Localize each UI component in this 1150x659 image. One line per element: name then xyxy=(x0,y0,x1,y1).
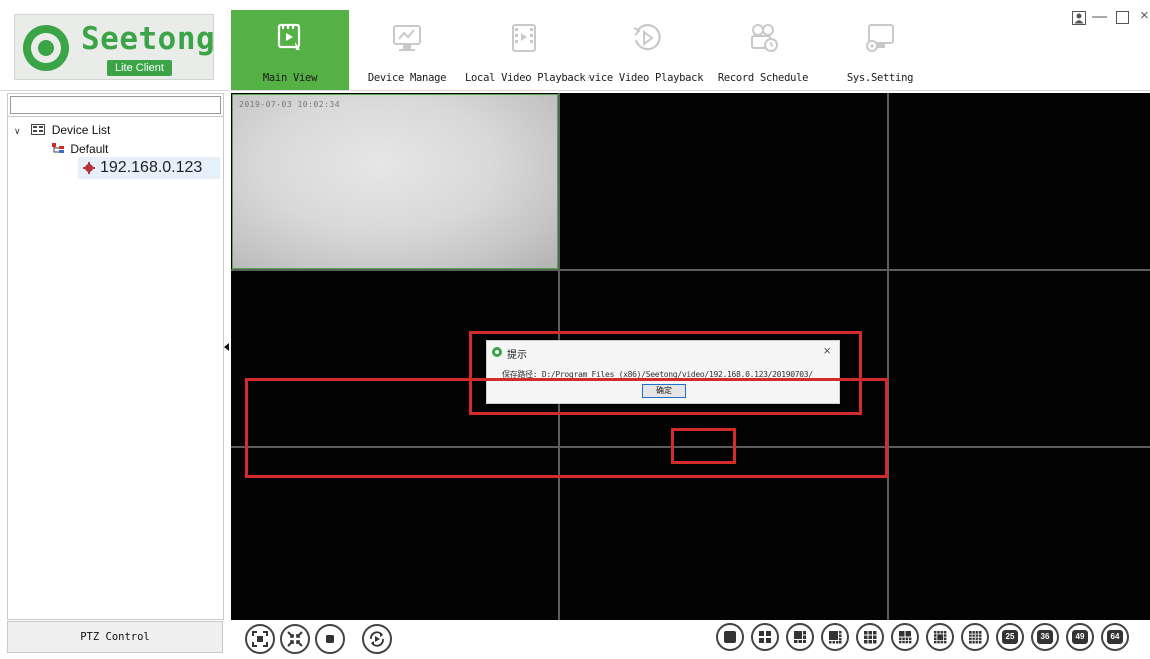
cycle-button[interactable] xyxy=(362,624,392,654)
minimize-icon[interactable]: — xyxy=(1092,8,1107,25)
tab-record-schedule[interactable]: Record Schedule xyxy=(712,10,814,90)
logo-subtitle: Lite Client xyxy=(107,60,172,76)
top-header: Seetong Lite Client Main View Device Man… xyxy=(0,0,1150,91)
bottom-toolbar: 25 36 49 64 xyxy=(231,620,1150,659)
device-list-icon xyxy=(31,124,46,135)
layout-6-button[interactable] xyxy=(786,623,814,651)
device-manage-icon xyxy=(393,25,421,51)
layout-1-icon xyxy=(724,631,736,643)
tab-label: Sys.Setting xyxy=(846,72,914,84)
grid-divider xyxy=(887,93,889,620)
window-controls: — × xyxy=(1068,7,1150,30)
collapse-panel-icon[interactable] xyxy=(224,343,229,351)
tab-label: Local Video Playback xyxy=(465,72,586,84)
main-view-icon xyxy=(277,23,301,50)
layout-64-label: 64 xyxy=(1107,630,1123,644)
layout-13-button[interactable] xyxy=(926,623,954,651)
layout-4-icon xyxy=(759,631,771,643)
tab-label: Record Schedule xyxy=(717,72,809,84)
layout-9-button[interactable] xyxy=(856,623,884,651)
tab-local-video-playback[interactable]: Local Video Playback xyxy=(465,10,586,90)
layout-6-icon xyxy=(794,631,806,643)
exit-fullscreen-button[interactable] xyxy=(280,624,310,654)
layout-36-button[interactable]: 36 xyxy=(1031,623,1059,651)
close-icon[interactable]: × xyxy=(1140,7,1149,24)
tab-device-manage[interactable]: Device Manage xyxy=(360,10,454,90)
user-icon[interactable] xyxy=(1072,11,1086,29)
stop-icon xyxy=(326,635,334,643)
logo-mark-icon xyxy=(23,25,69,71)
device-tree-panel: ∨ Device List Default 192.168.0.123 xyxy=(7,93,224,620)
layout-8-button[interactable] xyxy=(821,623,849,651)
sys-setting-icon xyxy=(866,24,894,52)
exit-fullscreen-icon xyxy=(287,631,303,647)
layout-49-button[interactable]: 49 xyxy=(1066,623,1094,651)
layout-25-button[interactable]: 25 xyxy=(996,623,1024,651)
tree-node-device-list[interactable]: ∨ Device List xyxy=(14,123,110,137)
layout-16-icon xyxy=(969,631,982,644)
video-cell-1[interactable]: 2019-07-03 10:02:34 xyxy=(232,94,558,269)
highlight-box-small xyxy=(671,428,736,464)
grid-divider xyxy=(231,269,1150,271)
tab-label: Device Manage xyxy=(367,72,447,84)
chevron-down-icon[interactable]: ∨ xyxy=(14,126,24,137)
video-osd-timestamp: 2019-07-03 10:02:34 xyxy=(239,100,341,109)
tab-device-video-playback[interactable]: Device Video Playback xyxy=(588,10,706,90)
layout-1-button[interactable] xyxy=(716,623,744,651)
fullscreen-icon xyxy=(252,631,268,647)
layout-25-label: 25 xyxy=(1002,630,1018,644)
device-ip-label: 192.168.0.123 xyxy=(100,159,203,176)
local-playback-icon xyxy=(512,24,536,52)
tab-label: Main View xyxy=(262,72,318,84)
layout-36-label: 36 xyxy=(1037,630,1053,644)
tree-node-device[interactable]: 192.168.0.123 xyxy=(78,157,220,179)
layout-10-button[interactable] xyxy=(891,623,919,651)
highlight-box-row xyxy=(245,378,888,478)
tab-sys-setting[interactable]: Sys.Setting xyxy=(836,10,924,90)
tree-node-default-group[interactable]: Default xyxy=(52,142,108,156)
ptz-control-button[interactable]: PTZ Control xyxy=(7,621,223,653)
tree-label: Default xyxy=(70,142,109,156)
app-logo: Seetong Lite Client xyxy=(14,14,216,80)
cycle-icon xyxy=(370,631,384,647)
device-playback-icon xyxy=(633,24,661,51)
layout-64-button[interactable]: 64 xyxy=(1101,623,1129,651)
tab-main-view[interactable]: Main View xyxy=(231,10,349,90)
layout-16-button[interactable] xyxy=(961,623,989,651)
layout-10-icon xyxy=(899,631,912,644)
group-icon xyxy=(52,143,64,153)
logo-title: Seetong xyxy=(81,21,216,57)
layout-49-label: 49 xyxy=(1072,630,1088,644)
tab-label: Device Video Playback xyxy=(588,72,704,84)
layout-9-icon xyxy=(864,631,877,644)
camera-icon xyxy=(83,162,95,174)
maximize-icon[interactable] xyxy=(1116,11,1129,28)
record-schedule-icon xyxy=(751,24,778,52)
stop-button[interactable] xyxy=(315,624,345,654)
tree-label: Device List xyxy=(51,123,111,137)
layout-13-icon xyxy=(934,631,947,644)
fullscreen-button[interactable] xyxy=(245,624,275,654)
layout-8-icon xyxy=(829,631,842,644)
device-tree: ∨ Device List Default 192.168.0.123 xyxy=(8,116,223,619)
device-search-input[interactable] xyxy=(10,96,221,114)
layout-4-button[interactable] xyxy=(751,623,779,651)
